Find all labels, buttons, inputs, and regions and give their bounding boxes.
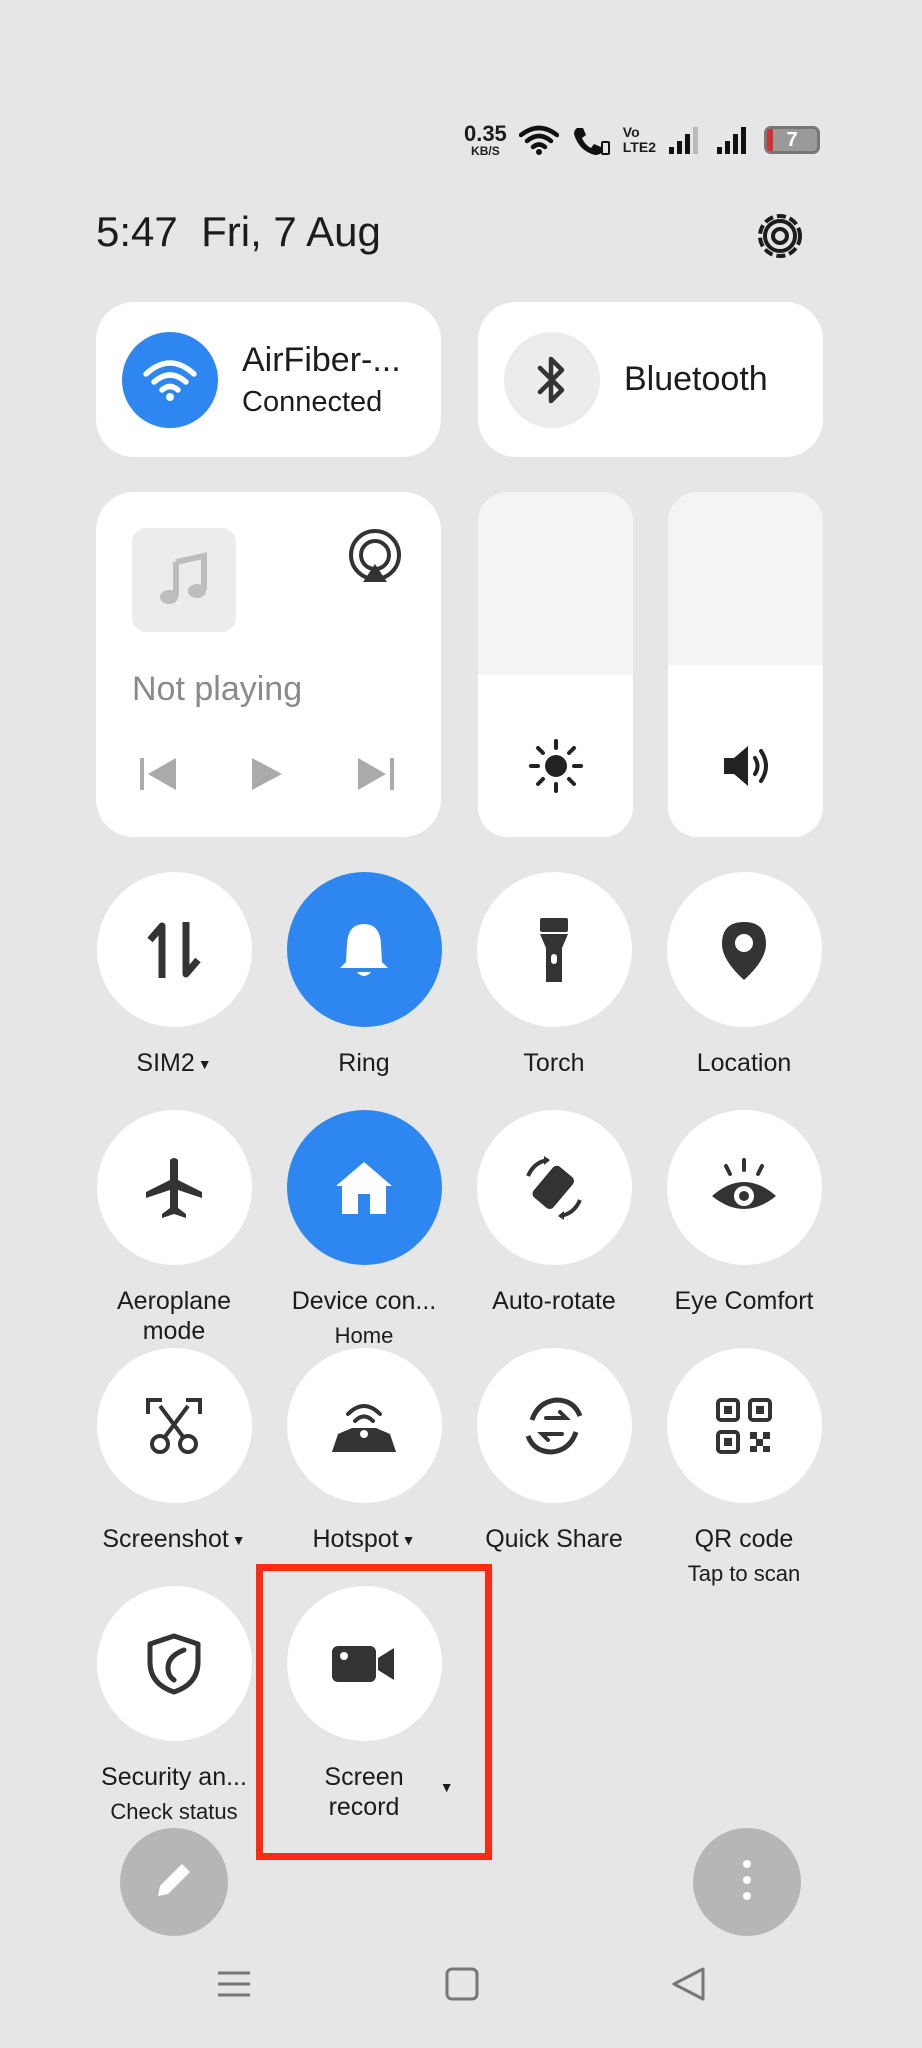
gear-icon [752,208,808,269]
tile-torch[interactable]: Torch [459,872,649,1079]
more-vertical-icon [741,1858,753,1907]
volte-top: Vo [622,124,640,141]
tile-torch-label: Torch [523,1049,585,1077]
tile-ring[interactable]: Ring [269,872,459,1079]
tile-device-controls-label: Device con... [291,1287,437,1315]
tile-sim2[interactable]: SIM2 ▼ [79,872,269,1079]
volte-icon: Vo LTE2 [623,125,656,154]
tile-security-label: Security an... [101,1763,247,1791]
volume-slider[interactable] [668,492,823,837]
play-icon[interactable] [246,754,286,799]
network-speed-value: 0.35 [463,121,507,146]
tile-screenshot[interactable]: Screenshot ▼ [79,1348,269,1555]
wifi-status: Connected [242,385,383,418]
tile-device-controls[interactable]: Device con... Home [269,1110,459,1349]
signal-sim2-icon [716,125,752,155]
tile-security[interactable]: Security an... Check status [79,1586,269,1825]
next-icon[interactable] [354,754,398,799]
wifi-network-name: AirFiber-... [242,340,401,379]
battery-level: 7 [786,128,798,151]
settings-button[interactable] [748,206,812,270]
chevron-down-icon[interactable]: ▼ [232,1532,246,1548]
media-player[interactable]: Not playing [96,492,441,837]
tile-eye-comfort-label: Eye Comfort [674,1287,814,1315]
speaker-icon [718,738,774,799]
shield-icon [96,1586,252,1741]
volume-empty [668,492,823,665]
qr-code-icon [666,1348,822,1503]
mobile-data-icon [96,872,252,1027]
status-bar: 0.35 KB/S Vo LTE2 7 [464,118,820,162]
date-label: Fri, 7 Aug [201,208,381,255]
tile-aeroplane-label-line2: mode [142,1316,206,1345]
bluetooth-icon [504,331,600,428]
wifi-calling-icon [571,124,611,156]
tile-ring-label: Ring [338,1049,390,1077]
rotate-icon [476,1110,632,1265]
tile-qr-code-sub: Tap to scan [687,1560,801,1586]
network-speed: 0.35 KB/S [463,121,507,158]
tile-quick-share-label: Quick Share [485,1525,623,1553]
wifi-icon [518,125,559,155]
tile-device-controls-sub: Home [334,1322,394,1348]
scissors-icon [96,1348,252,1503]
airplane-icon [96,1110,252,1265]
brightness-empty [478,492,633,675]
wifi-icon [122,331,218,428]
quick-share-icon [476,1348,632,1503]
tile-location[interactable]: Location [649,872,839,1079]
hotspot-icon [286,1348,442,1503]
tile-qr-code[interactable]: QR code Tap to scan [649,1348,839,1587]
cast-icon[interactable] [346,528,404,591]
back-triangle-icon[interactable] [670,1966,706,2007]
tile-aeroplane-mode[interactable]: Aeroplane mode [79,1110,269,1346]
clock-time: 5:47 [96,208,178,255]
tile-aeroplane-label-line1: Aeroplane [117,1287,231,1315]
tile-auto-rotate-label: Auto-rotate [492,1287,616,1315]
battery-icon: 7 [764,126,820,154]
tile-location-label: Location [696,1049,792,1077]
pencil-icon [152,1858,196,1907]
chevron-down-icon[interactable]: ▼ [402,1532,416,1548]
tile-hotspot[interactable]: Hotspot ▼ [269,1348,459,1555]
brightness-slider[interactable] [478,492,633,837]
tile-screenshot-label: Screenshot [102,1525,229,1553]
tile-security-sub: Check status [110,1798,238,1824]
tile-qr-code-label: QR code [694,1525,794,1553]
media-status: Not playing [132,670,303,708]
bell-icon [286,872,442,1027]
previous-icon[interactable] [136,754,180,799]
menu-icon[interactable] [216,1966,252,2007]
bluetooth-label: Bluetooth [624,360,768,398]
eye-icon [666,1110,822,1265]
tile-hotspot-label: Hotspot [312,1525,399,1553]
signal-sim1-icon [668,125,704,155]
flashlight-icon [476,872,632,1027]
clock-date: 5:47 Fri, 7 Aug [96,208,381,256]
home-icon [286,1110,442,1265]
highlight-box [256,1564,492,1860]
volte-bottom: LTE2 [622,139,656,155]
tile-quick-share[interactable]: Quick Share [459,1348,649,1555]
chevron-down-icon[interactable]: ▼ [198,1056,212,1072]
tile-eye-comfort[interactable]: Eye Comfort [649,1110,839,1317]
home-square-icon[interactable] [444,1966,480,2007]
music-note-icon [132,528,236,632]
edit-button[interactable] [120,1828,228,1936]
tile-auto-rotate[interactable]: Auto-rotate [459,1110,649,1317]
more-options-button[interactable] [693,1828,801,1936]
network-speed-unit: KB/S [471,144,500,158]
tile-sim2-label: SIM2 [136,1049,195,1077]
location-pin-icon [666,872,822,1027]
brightness-icon [528,738,584,799]
wifi-tile[interactable]: AirFiber-... Connected [96,302,441,457]
bluetooth-tile[interactable]: Bluetooth [478,302,823,457]
